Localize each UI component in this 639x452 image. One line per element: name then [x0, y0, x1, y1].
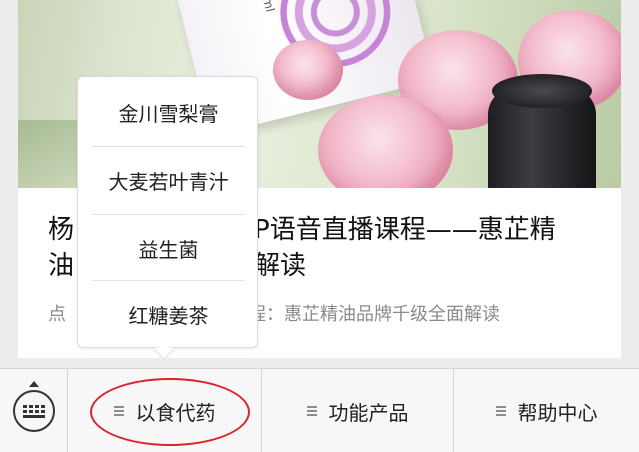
- tab-label: 功能产品: [328, 400, 409, 425]
- tab-help-center[interactable]: 帮助中心: [454, 369, 639, 452]
- submenu-item-barley-juice[interactable]: 大麦若叶青汁: [92, 147, 245, 213]
- summary-rest: 程：惠芷精油品牌千级全面解读: [248, 304, 500, 325]
- tab-label: 帮助中心: [517, 400, 598, 425]
- submenu-item-pear-paste[interactable]: 金川雪梨膏: [92, 79, 245, 145]
- submenu-popup: 金川雪梨膏 大麦若叶青汁 益生菌 红糖姜茶: [77, 76, 258, 348]
- summary-start: 点: [48, 304, 66, 325]
- title-line1-start: 杨: [48, 215, 75, 245]
- keyboard-icon: [12, 390, 55, 432]
- tab-functional-products[interactable]: 功能产品: [262, 369, 454, 452]
- wechat-article-page: 10 ml 杨 P语音直播课程——惠芷精 油 解读 点 程：惠芷精油品牌千级全面解读: [0, 0, 639, 452]
- tab-label: 以食代药: [135, 400, 216, 425]
- submenu-item-probiotics[interactable]: 益生菌: [92, 215, 245, 281]
- bottle-cap-top: [492, 74, 592, 108]
- title-line2-rest: 解读: [254, 251, 307, 281]
- keyboard-toggle-button[interactable]: [0, 369, 68, 452]
- caret-up-icon: [29, 381, 39, 387]
- tab-food-as-medicine[interactable]: 以食代药: [68, 369, 262, 452]
- title-line2-start: 油: [48, 251, 75, 281]
- menu-lines-icon: [495, 406, 506, 416]
- bottom-menu-bar: 以食代药 功能产品 帮助中心: [0, 368, 639, 452]
- submenu-item-ginger-tea[interactable]: 红糖姜茶: [92, 281, 245, 347]
- menu-lines-icon: [306, 406, 317, 416]
- rose: [273, 40, 343, 100]
- title-line1-rest: P语音直播课程——惠芷精: [254, 215, 556, 245]
- bottle-volume-label: 10 ml: [255, 0, 277, 13]
- menu-lines-icon: [113, 406, 124, 416]
